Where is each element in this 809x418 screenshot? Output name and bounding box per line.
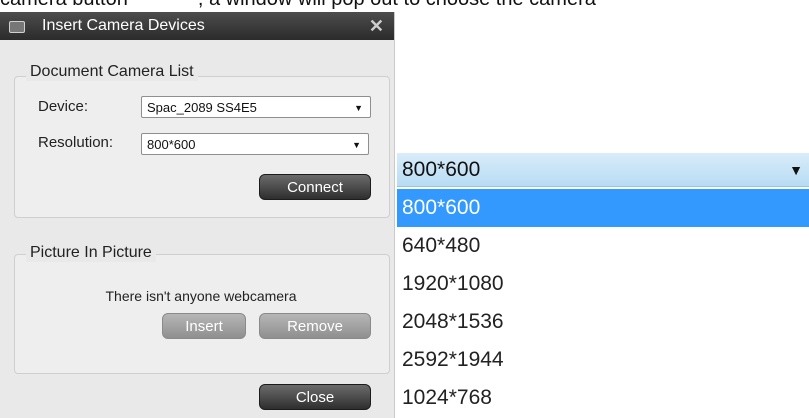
no-webcam-message: There isn't anyone webcamera: [105, 288, 297, 304]
resolution-dropdown-list: 800*600 640*480 1920*1080 2048*1536 2592…: [397, 189, 809, 418]
resolution-dropdown-value: 800*600: [402, 158, 481, 181]
remove-button[interactable]: Remove: [259, 313, 371, 339]
dropdown-option[interactable]: 2592*1944: [397, 341, 809, 379]
window-icon: [9, 21, 25, 33]
resolution-dropdown-field[interactable]: 800*600 ▼: [397, 153, 809, 187]
dropdown-option[interactable]: 2048*1536: [397, 303, 809, 341]
dropdown-option[interactable]: 1920*1080: [397, 265, 809, 303]
close-icon[interactable]: ✕: [369, 12, 384, 40]
dropdown-option[interactable]: 640*480: [397, 227, 809, 265]
caption-right: , a window will pop out to choose the ca…: [198, 0, 596, 10]
insert-button[interactable]: Insert: [162, 313, 246, 339]
device-select-value: Spac_2089 SS4E5: [147, 100, 257, 115]
dialog-titlebar[interactable]: Insert Camera Devices ✕: [0, 12, 394, 40]
document-camera-group-label: Document Camera List: [26, 63, 198, 81]
picture-in-picture-group-label: Picture In Picture: [26, 244, 156, 262]
caption-left: camera button: [0, 0, 128, 10]
resolution-select[interactable]: 800*600 ▼: [141, 133, 369, 155]
resolution-select-value: 800*600: [147, 137, 196, 152]
connect-button[interactable]: Connect: [259, 174, 371, 200]
chevron-down-icon: ▼: [354, 103, 363, 113]
device-label: Device:: [38, 98, 89, 115]
device-select[interactable]: Spac_2089 SS4E5 ▼: [141, 96, 371, 118]
dropdown-option[interactable]: 1024*768: [397, 379, 809, 417]
chevron-down-icon: ▼: [789, 162, 803, 178]
caption-text: camera button , a window will pop out to …: [0, 0, 809, 12]
dialog-title: Insert Camera Devices: [42, 17, 205, 34]
dropdown-option[interactable]: 800*600: [397, 189, 809, 227]
resolution-label: Resolution:: [38, 134, 114, 151]
insert-camera-dialog: Insert Camera Devices ✕ Document Camera …: [0, 12, 395, 418]
chevron-down-icon: ▼: [352, 140, 361, 150]
close-button[interactable]: Close: [259, 384, 371, 410]
